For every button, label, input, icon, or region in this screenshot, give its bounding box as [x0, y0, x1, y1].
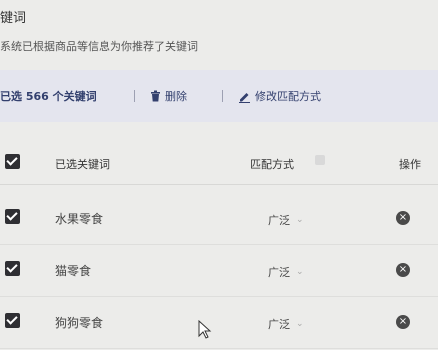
filter-icon[interactable] [315, 155, 325, 165]
chevron-down-icon: ⌄ [296, 215, 304, 225]
edit-match-label: 修改匹配方式 [255, 90, 321, 103]
mouse-cursor-icon [198, 319, 212, 344]
pencil-icon [238, 90, 251, 103]
row-checkbox[interactable] [5, 313, 20, 328]
bulk-action-toolbar: 已选 566 个关键词 删除 修改匹配方式 [0, 70, 438, 122]
recommendation-note: 系统已根据商品等信息为你推荐了关键词 [0, 40, 198, 53]
table-row: 水果零食 广泛 ⌄ × [0, 192, 438, 245]
chevron-down-icon: ⌄ [296, 267, 304, 277]
delete-button[interactable]: 删除 [150, 88, 187, 104]
close-circle-icon[interactable]: × [396, 315, 410, 329]
keyword-cell: 狗狗零食 [55, 316, 104, 330]
selected-count: 已选 566 个关键词 [0, 90, 97, 103]
table-row: 猫零食 广泛 ⌄ × [0, 244, 438, 297]
row-checkbox[interactable] [5, 209, 20, 224]
match-type-value: 广泛 [268, 318, 290, 331]
select-all-checkbox[interactable] [5, 154, 20, 169]
section-title: 键词 [0, 11, 27, 26]
column-header-keyword: 已选关键词 [55, 158, 110, 171]
chevron-down-icon: ⌄ [296, 319, 304, 329]
toolbar-divider [134, 90, 135, 102]
trash-icon [150, 90, 161, 102]
column-header-match: 匹配方式 [250, 158, 294, 171]
close-circle-icon[interactable]: × [396, 211, 410, 225]
match-type-value: 广泛 [268, 214, 290, 227]
edit-match-button[interactable]: 修改匹配方式 [238, 88, 321, 104]
match-type-select[interactable]: 广泛 ⌄ [268, 264, 304, 280]
delete-label: 删除 [165, 90, 187, 103]
column-header-action: 操作 [399, 158, 421, 171]
keyword-cell: 水果零食 [55, 212, 104, 226]
match-type-select[interactable]: 广泛 ⌄ [268, 316, 304, 332]
close-circle-icon[interactable]: × [396, 263, 410, 277]
keyword-cell: 猫零食 [55, 264, 92, 278]
toolbar-divider [222, 90, 223, 102]
row-checkbox[interactable] [5, 261, 20, 276]
match-type-select[interactable]: 广泛 ⌄ [268, 212, 304, 228]
match-type-value: 广泛 [268, 266, 290, 279]
table-header: 已选关键词 匹配方式 操作 [0, 140, 438, 185]
table-row: 狗狗零食 广泛 ⌄ × [0, 296, 438, 349]
